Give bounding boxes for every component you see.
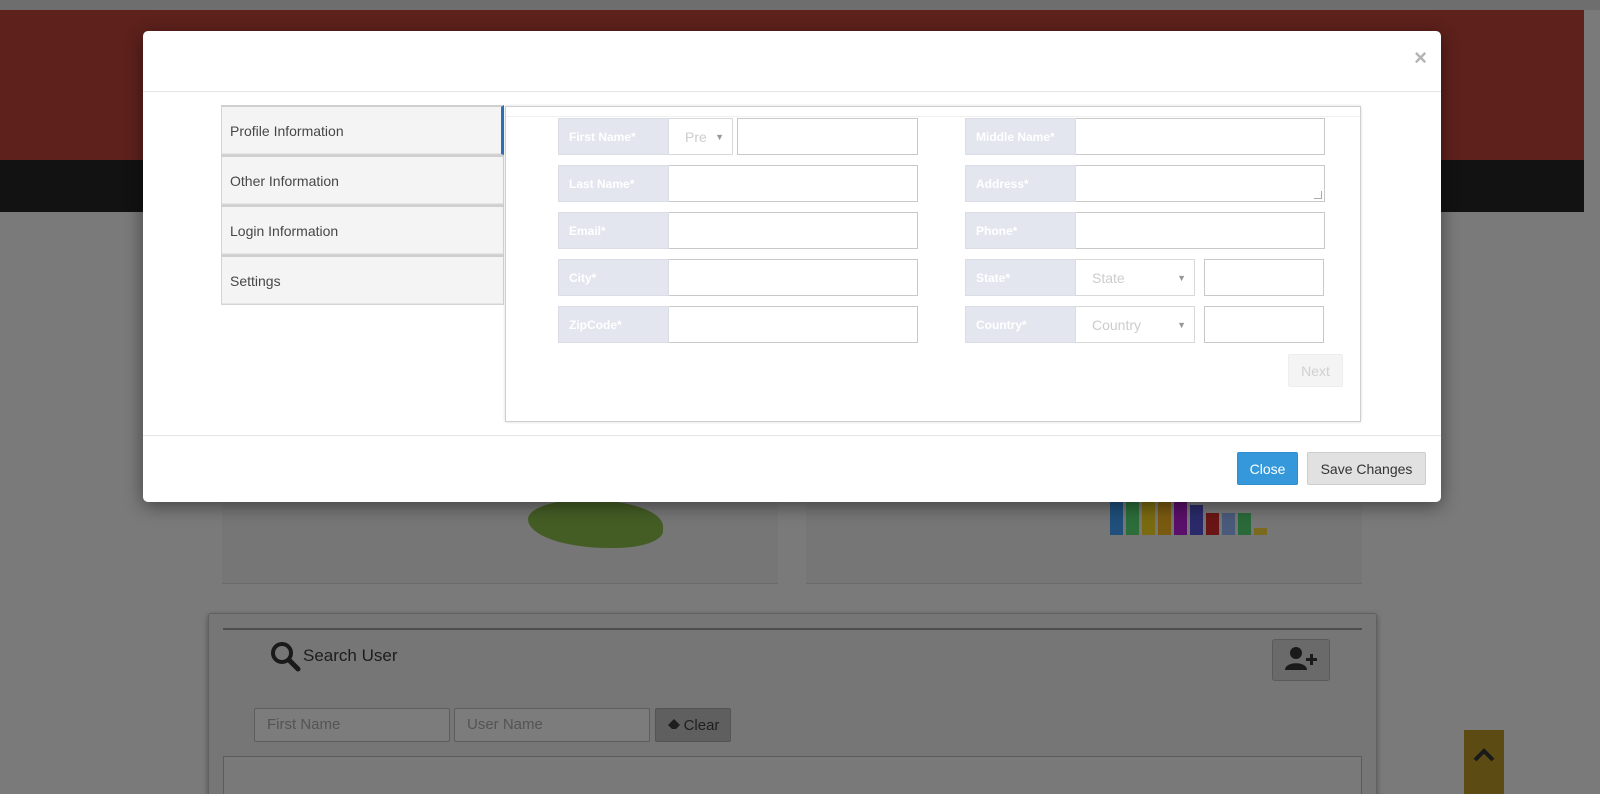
- top-strip: [0, 0, 1600, 10]
- bar-chart-bar: [1110, 499, 1123, 535]
- bar-chart-bar: [1126, 501, 1139, 535]
- middle-name-input[interactable]: [1076, 118, 1325, 155]
- country-select[interactable]: Country ▼: [1076, 306, 1195, 343]
- email-row: Email*: [558, 212, 918, 249]
- state-placeholder: State: [1092, 269, 1125, 286]
- phone-row: Phone*: [965, 212, 1325, 249]
- last-name-label: Last Name*: [558, 165, 669, 202]
- state-text-input[interactable]: [1204, 259, 1324, 296]
- modal-header: ×: [143, 31, 1441, 92]
- last-name-input[interactable]: [669, 165, 918, 202]
- prefix-select[interactable]: Pre ▼: [669, 118, 733, 155]
- tab-label: Login Information: [230, 222, 339, 239]
- city-row: City*: [558, 259, 918, 296]
- add-user-button[interactable]: [1272, 639, 1330, 681]
- country-row: Country* Country ▼: [965, 306, 1324, 343]
- bar-chart-bar: [1190, 505, 1203, 535]
- clear-button[interactable]: Clear: [655, 708, 731, 742]
- email-input[interactable]: [669, 212, 918, 249]
- tab-label: Other Information: [230, 172, 339, 189]
- vertical-tabs: Profile Information Other Information Lo…: [221, 105, 504, 305]
- resize-handle[interactable]: [1314, 191, 1322, 199]
- email-label: Email*: [558, 212, 669, 249]
- state-select[interactable]: State ▼: [1076, 259, 1195, 296]
- search-user-title: Search User: [269, 640, 397, 672]
- save-changes-button[interactable]: Save Changes: [1307, 452, 1426, 485]
- country-label: Country*: [965, 306, 1076, 343]
- close-button[interactable]: Close: [1237, 452, 1298, 485]
- edit-user-modal: × Profile Information Other Information …: [143, 31, 1441, 502]
- bar-chart-bar: [1238, 513, 1251, 535]
- bar-chart-bar: [1222, 513, 1235, 535]
- phone-input[interactable]: [1076, 212, 1325, 249]
- country-text-input[interactable]: [1204, 306, 1324, 343]
- bar-chart-bar: [1174, 501, 1187, 535]
- address-row: Address*: [965, 165, 1325, 202]
- middle-name-label: Middle Name*: [965, 118, 1076, 155]
- profile-form-panel: First Name* Pre ▼ Middle Name* Last Name…: [505, 106, 1361, 422]
- modal-footer: Close Save Changes: [143, 435, 1441, 502]
- tab-other-information[interactable]: Other Information: [221, 155, 504, 205]
- middle-name-row: Middle Name*: [965, 118, 1325, 155]
- city-label: City*: [558, 259, 669, 296]
- country-placeholder: Country: [1092, 316, 1142, 333]
- address-label: Address*: [965, 165, 1076, 202]
- search-results-box: [223, 756, 1362, 794]
- state-label: State*: [965, 259, 1076, 296]
- zipcode-input[interactable]: [669, 306, 918, 343]
- first-name-label: First Name*: [558, 118, 669, 155]
- next-button[interactable]: Next: [1288, 354, 1343, 387]
- bar-chart-bar: [1158, 500, 1171, 535]
- bar-chart-bar: [1206, 513, 1219, 535]
- caret-down-icon: ▼: [1177, 272, 1186, 283]
- tab-label: Settings: [230, 272, 281, 289]
- tab-profile-information[interactable]: Profile Information: [221, 105, 504, 155]
- user-name-search-input[interactable]: User Name: [454, 708, 650, 742]
- form-panel-top: [506, 107, 1360, 117]
- state-row: State* State ▼: [965, 259, 1324, 296]
- panel-divider: [223, 628, 1362, 630]
- bar-chart-bar: [1254, 528, 1267, 535]
- search-user-panel: Search User First Name User Name Clear: [208, 613, 1377, 794]
- zipcode-label: ZipCode*: [558, 306, 669, 343]
- eraser-icon: [667, 717, 681, 734]
- first-name-input[interactable]: [737, 118, 918, 155]
- city-input[interactable]: [669, 259, 918, 296]
- search-user-label: Search User: [303, 646, 398, 665]
- address-textarea[interactable]: [1076, 165, 1325, 202]
- caret-down-icon: ▼: [715, 131, 724, 142]
- bar-chart-bar: [1142, 500, 1155, 535]
- tab-settings[interactable]: Settings: [221, 255, 504, 305]
- scroll-to-top-button[interactable]: [1464, 730, 1504, 794]
- last-name-row: Last Name*: [558, 165, 918, 202]
- clear-label: Clear: [683, 716, 720, 734]
- search-icon: [269, 640, 301, 672]
- add-user-icon: [1284, 645, 1318, 676]
- first-name-search-input[interactable]: First Name: [254, 708, 450, 742]
- phone-label: Phone*: [965, 212, 1076, 249]
- prefix-placeholder: Pre: [685, 128, 707, 145]
- tab-label: Profile Information: [230, 122, 344, 139]
- chevron-up-icon: [1473, 748, 1495, 794]
- caret-down-icon: ▼: [1177, 319, 1186, 330]
- zipcode-row: ZipCode*: [558, 306, 918, 343]
- first-name-row: First Name* Pre ▼: [558, 118, 918, 155]
- close-icon[interactable]: ×: [1414, 45, 1427, 71]
- tab-login-information[interactable]: Login Information: [221, 205, 504, 255]
- bar-chart-graphic: [1110, 497, 1267, 535]
